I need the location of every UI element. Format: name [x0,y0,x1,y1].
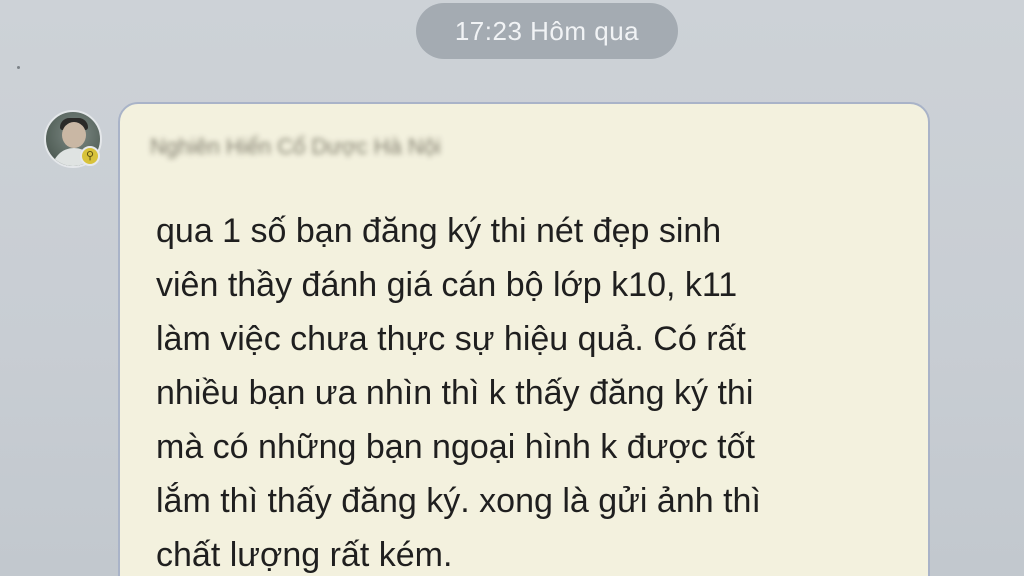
screen-edge-mark [17,66,20,69]
chat-screen: 17:23 Hôm qua ⚲ Nghiên Hiển Cổ Dược Hà N… [0,0,1024,576]
sender-name: Nghiên Hiển Cổ Dược Hà Nội [150,134,441,159]
message-timestamp: 17:23 Hôm qua [416,3,678,59]
avatar-face [62,122,86,148]
key-badge-icon: ⚲ [80,146,100,166]
message-bubble[interactable]: Nghiên Hiển Cổ Dược Hà Nội qua 1 số bạn … [118,102,930,576]
message-text: qua 1 số bạn đăng ký thi nét đẹp sinh vi… [156,212,761,574]
